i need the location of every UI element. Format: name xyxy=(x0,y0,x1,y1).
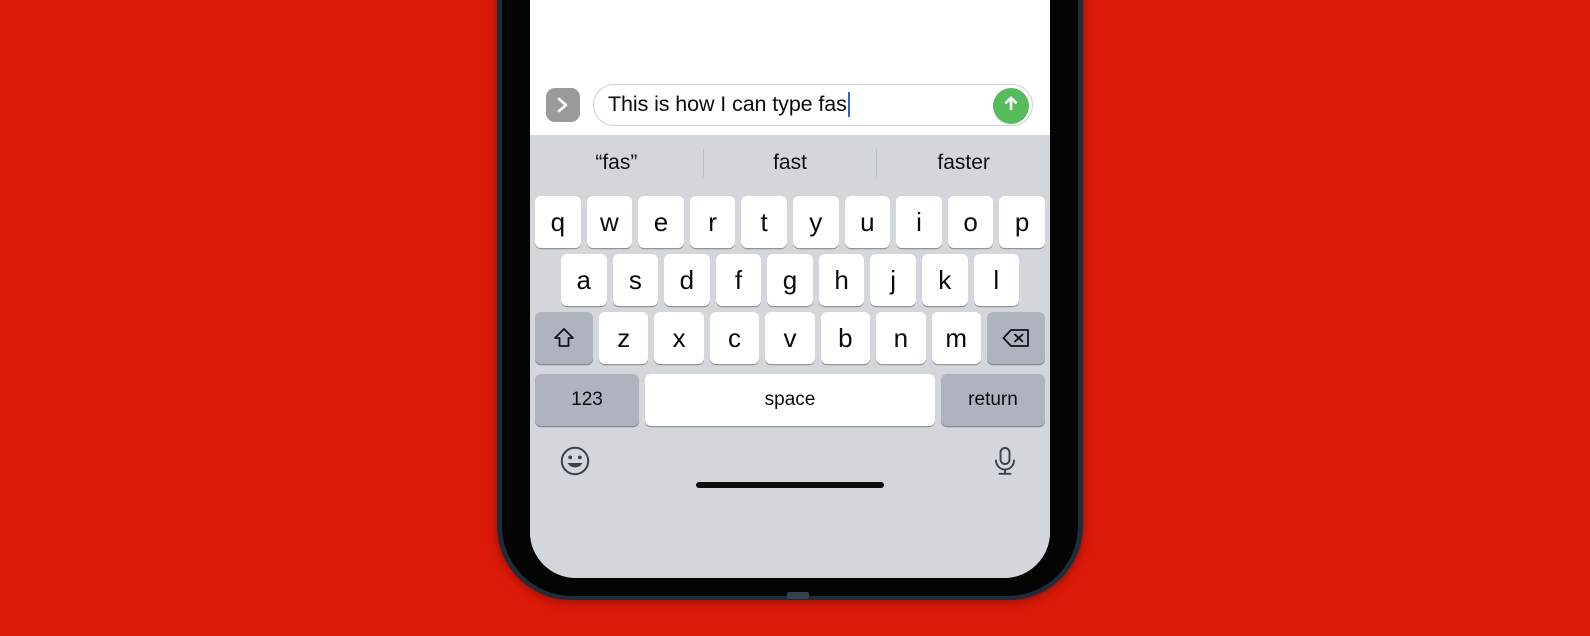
backspace-delete-icon xyxy=(1001,326,1031,350)
key-j[interactable]: j xyxy=(870,254,916,306)
key-w[interactable]: w xyxy=(586,196,633,248)
return-key[interactable]: return xyxy=(941,374,1045,426)
arrow-up-icon xyxy=(1000,92,1022,119)
shift-arrow-icon xyxy=(551,325,577,351)
keyboard-row-4: 123 space return xyxy=(530,374,1050,426)
onscreen-keyboard: “fas” fast faster q w e r t y u i o p a … xyxy=(530,135,1050,578)
key-f[interactable]: f xyxy=(715,254,762,306)
key-l[interactable]: l xyxy=(973,254,1020,306)
send-button[interactable] xyxy=(993,87,1029,124)
microphone-icon xyxy=(989,444,1021,483)
key-d[interactable]: d xyxy=(664,254,710,306)
message-text-value: This is how I can type fas xyxy=(608,92,847,116)
dictation-key[interactable] xyxy=(986,444,1024,482)
screenshot-stage: This is how I can type fas “fas” fast fa… xyxy=(0,0,1590,636)
backspace-key[interactable] xyxy=(986,312,1045,364)
key-e[interactable]: e xyxy=(638,196,684,248)
key-x[interactable]: x xyxy=(654,312,704,364)
key-h[interactable]: h xyxy=(818,254,865,306)
suggestion-first[interactable]: fast xyxy=(704,151,877,175)
key-p[interactable]: p xyxy=(999,196,1045,248)
message-text-field[interactable]: This is how I can type fas xyxy=(593,83,1033,126)
key-g[interactable]: g xyxy=(767,254,813,306)
key-z[interactable]: z xyxy=(599,312,649,364)
keyboard-row-3: z x c v b n m xyxy=(530,312,1050,364)
chevron-right-icon xyxy=(554,95,572,115)
phone-screen: This is how I can type fas “fas” fast fa… xyxy=(530,0,1050,578)
keyboard-row-1: q w e r t y u i o p xyxy=(530,196,1050,248)
key-t[interactable]: t xyxy=(741,196,787,248)
space-key[interactable]: space xyxy=(645,374,935,426)
key-s[interactable]: s xyxy=(612,254,659,306)
suggestion-literal[interactable]: “fas” xyxy=(530,151,703,175)
key-n[interactable]: n xyxy=(876,312,926,364)
key-v[interactable]: v xyxy=(765,312,815,364)
key-k[interactable]: k xyxy=(921,254,968,306)
message-input-bar: This is how I can type fas xyxy=(530,74,1050,135)
emoji-key[interactable] xyxy=(556,444,594,482)
key-q[interactable]: q xyxy=(535,196,581,248)
predictive-suggestion-bar: “fas” fast faster xyxy=(530,135,1050,190)
keyboard-row-2: a s d f g h j k l xyxy=(530,254,1050,306)
antenna-band-nub xyxy=(787,592,809,599)
key-c[interactable]: c xyxy=(709,312,760,364)
key-u[interactable]: u xyxy=(844,196,891,248)
keyboard-footer-bar xyxy=(530,426,1050,500)
suggestion-second[interactable]: faster xyxy=(877,151,1050,175)
key-a[interactable]: a xyxy=(561,254,607,306)
key-y[interactable]: y xyxy=(792,196,839,248)
smiley-face-icon xyxy=(558,444,592,483)
key-i[interactable]: i xyxy=(896,196,942,248)
key-m[interactable]: m xyxy=(931,312,981,364)
home-indicator[interactable] xyxy=(696,482,884,488)
key-o[interactable]: o xyxy=(947,196,994,248)
text-cursor xyxy=(847,92,851,117)
shift-key[interactable] xyxy=(535,312,593,364)
key-r[interactable]: r xyxy=(689,196,736,248)
numbers-key[interactable]: 123 xyxy=(535,374,639,426)
key-b[interactable]: b xyxy=(820,312,871,364)
expand-apps-button[interactable] xyxy=(546,87,580,122)
